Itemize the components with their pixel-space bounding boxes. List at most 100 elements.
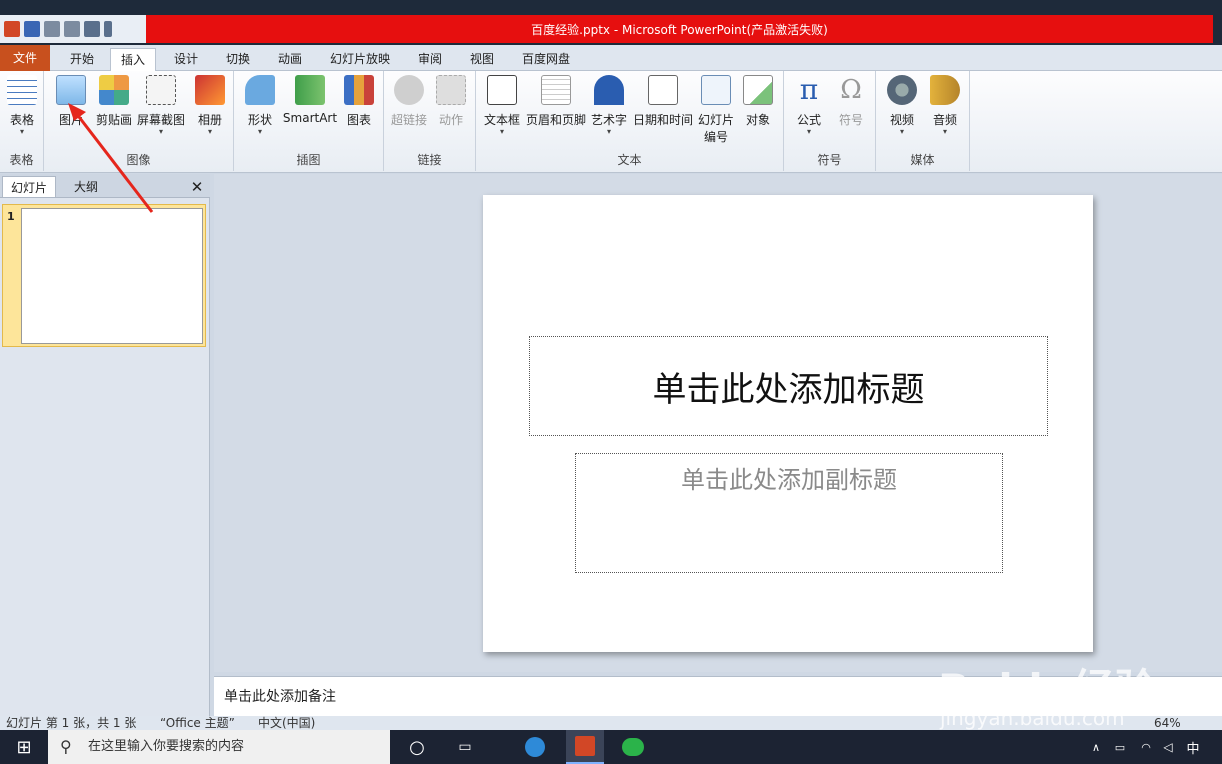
picture-icon: [56, 75, 86, 105]
smartart-label: SmartArt: [282, 111, 338, 125]
film-reel-icon: [887, 75, 917, 105]
save-icon[interactable]: [24, 21, 40, 37]
equation-button[interactable]: π 公式 ▾: [790, 75, 828, 136]
slides-pane: 幻灯片 大纲 ✕ 1: [0, 174, 210, 716]
chart-label: 图表: [346, 113, 371, 127]
symbol-label: 符号: [838, 113, 863, 127]
chevron-down-icon: ▾: [899, 127, 904, 136]
task-view-icon[interactable]: ▭: [450, 730, 480, 764]
chart-icon: [344, 75, 374, 105]
wechat-icon[interactable]: [616, 730, 650, 764]
action-button[interactable]: 动作: [432, 75, 470, 128]
object-button[interactable]: 对象: [740, 75, 776, 128]
close-icon[interactable]: ✕: [186, 176, 208, 198]
chevron-down-icon: ▾: [158, 127, 163, 136]
album-label: 相册: [197, 113, 222, 127]
zoom-level[interactable]: 64%: [1154, 716, 1181, 730]
globe-link-icon: [394, 75, 424, 105]
tab-animations[interactable]: 动画: [268, 48, 312, 71]
symbol-button[interactable]: Ω 符号: [832, 75, 870, 128]
shapes-label: 形状: [247, 113, 272, 127]
video-label: 视频: [889, 113, 914, 127]
screenshot-icon: [146, 75, 176, 105]
title-placeholder[interactable]: 单击此处添加标题: [529, 336, 1048, 436]
group-label-image: 图像: [126, 153, 151, 167]
group-label-media: 媒体: [910, 153, 935, 167]
tab-transitions[interactable]: 切换: [216, 48, 260, 71]
cortana-icon[interactable]: ○: [402, 730, 432, 764]
ime-indicator[interactable]: 中: [1182, 730, 1204, 764]
table-button[interactable]: 表格 ▾: [4, 75, 40, 136]
powerpoint-taskbar-icon[interactable]: [566, 730, 604, 764]
tab-view[interactable]: 视图: [460, 48, 504, 71]
network-icon[interactable]: ▭: [1110, 730, 1130, 764]
header-footer-button[interactable]: 页眉和页脚: [524, 75, 588, 128]
group-media: 视频 ▾ 音频 ▾ 媒体: [876, 71, 970, 171]
redo-icon[interactable]: [64, 21, 80, 37]
hyperlink-label: 超链接: [390, 113, 427, 127]
audio-button[interactable]: 音频 ▾: [926, 75, 964, 136]
tab-design[interactable]: 设计: [164, 48, 208, 71]
wordart-icon: [594, 75, 624, 105]
tab-file[interactable]: 文件: [0, 45, 50, 71]
tab-baidu-netdisk[interactable]: 百度网盘: [512, 48, 580, 71]
smartart-button[interactable]: SmartArt: [282, 75, 338, 125]
wordart-button[interactable]: 艺术字 ▾: [590, 75, 628, 136]
slide-number-label-line2: 编号: [703, 130, 728, 144]
table-icon: [7, 75, 37, 105]
picture-label: 图片: [58, 113, 83, 127]
ribbon: 表格 ▾ 表格 图片 剪贴画 屏幕截图 ▾ 相册 ▾ 图像 形状 ▾ Smart…: [0, 71, 1222, 173]
pi-icon: π: [799, 73, 819, 106]
slide-thumbnail[interactable]: [21, 208, 203, 344]
equation-label: 公式: [796, 113, 821, 127]
datetime-button[interactable]: 日期和时间: [630, 75, 696, 128]
table-label: 表格: [9, 113, 34, 127]
edge-browser-icon[interactable]: [520, 730, 550, 764]
theme-status: “Office 主题”: [160, 716, 235, 730]
tab-slideshow[interactable]: 幻灯片放映: [320, 48, 400, 71]
album-button[interactable]: 相册 ▾: [190, 75, 230, 136]
video-button[interactable]: 视频 ▾: [882, 75, 922, 136]
group-symbols: π 公式 ▾ Ω 符号 符号: [784, 71, 876, 171]
slide-number: 1: [7, 210, 15, 223]
hyperlink-button[interactable]: 超链接: [388, 75, 430, 128]
group-table: 表格 ▾ 表格: [0, 71, 44, 171]
slide-number-icon: [701, 75, 731, 105]
textbox-icon: [487, 75, 517, 105]
omega-icon: Ω: [840, 75, 862, 105]
tab-outline[interactable]: 大纲: [58, 176, 114, 198]
tab-slides[interactable]: 幻灯片: [2, 176, 56, 198]
shapes-icon: [245, 75, 275, 105]
wordart-label: 艺术字: [590, 113, 627, 127]
wifi-icon[interactable]: ◠: [1136, 730, 1156, 764]
tab-review[interactable]: 审阅: [408, 48, 452, 71]
group-label-table: 表格: [9, 153, 34, 167]
shapes-button[interactable]: 形状 ▾: [242, 75, 278, 136]
tab-home[interactable]: 开始: [60, 48, 104, 71]
tray-chevron-up-icon[interactable]: ∧: [1086, 730, 1106, 764]
pane-tabs: 幻灯片 大纲 ✕: [0, 174, 210, 198]
undo-icon[interactable]: [44, 21, 60, 37]
screenshot-label: 屏幕截图: [136, 113, 185, 127]
group-text: 文本框 ▾ 页眉和页脚 艺术字 ▾ 日期和时间 幻灯片 编号 对象 文本: [476, 71, 784, 171]
volume-icon[interactable]: ◁: [1158, 730, 1178, 764]
picture-button[interactable]: 图片: [54, 75, 88, 128]
group-label-symbols: 符号: [817, 153, 842, 167]
slide-thumbnail-selected[interactable]: 1: [2, 204, 206, 347]
screenshot-button[interactable]: 屏幕截图 ▾: [136, 75, 186, 136]
view-icon[interactable]: [84, 21, 100, 37]
subtitle-placeholder[interactable]: 单击此处添加副标题: [575, 453, 1003, 573]
taskbar-search-box[interactable]: ⚲ 在这里输入你要搜索的内容: [48, 730, 390, 764]
object-label: 对象: [745, 113, 770, 127]
windows-start-icon[interactable]: ⊞: [8, 730, 40, 764]
clipart-button[interactable]: 剪贴画: [94, 75, 134, 128]
customize-qat-icon[interactable]: [104, 21, 112, 37]
textbox-button[interactable]: 文本框 ▾: [482, 75, 522, 136]
clipart-label: 剪贴画: [95, 113, 132, 127]
language-status[interactable]: 中文(中国): [258, 716, 315, 730]
calendar-icon: [648, 75, 678, 105]
tab-insert[interactable]: 插入: [110, 48, 157, 72]
chart-button[interactable]: 图表: [342, 75, 376, 128]
smartart-icon: [295, 75, 325, 105]
slide-number-button[interactable]: 幻灯片 编号: [696, 75, 736, 145]
